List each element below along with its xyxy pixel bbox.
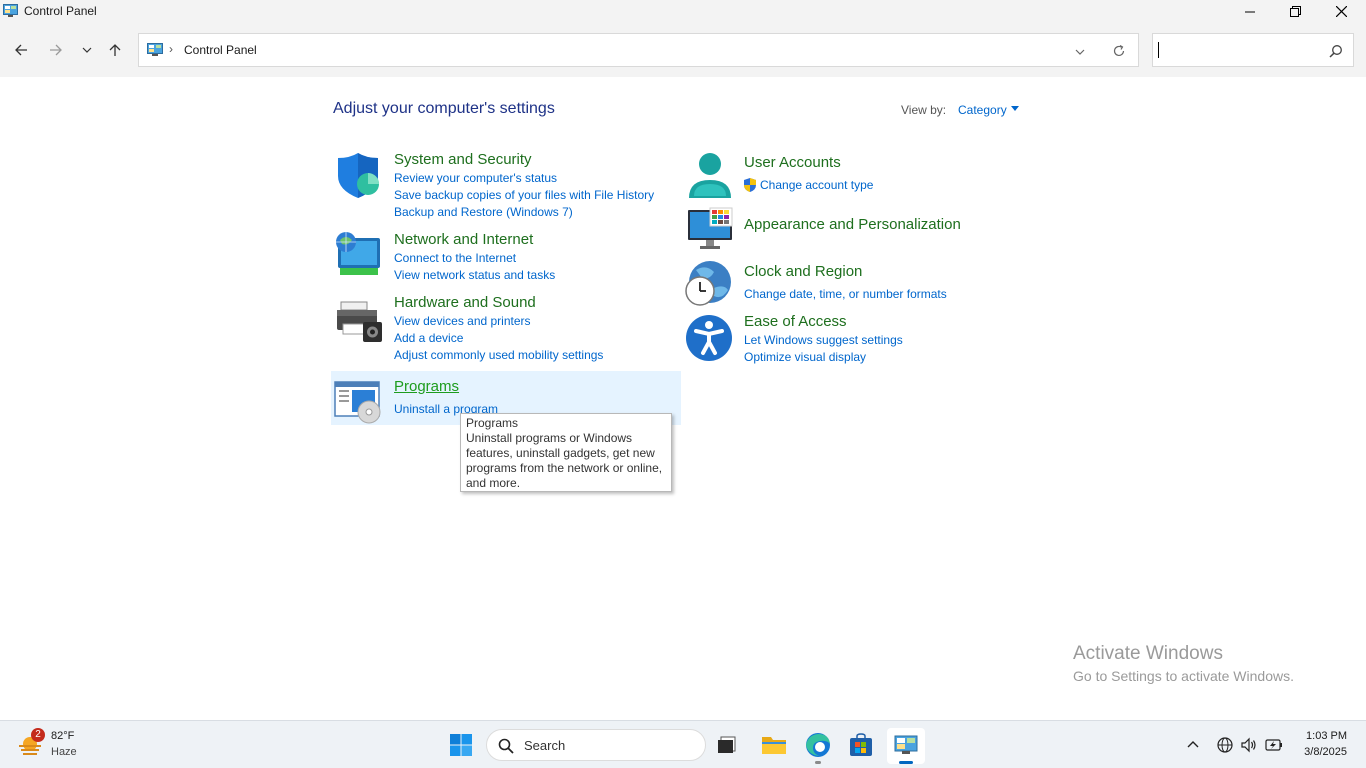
link-devices-printers[interactable]: View devices and printers — [394, 314, 531, 328]
store-bag-icon — [850, 733, 872, 756]
network-globe-icon[interactable] — [334, 230, 382, 278]
address-bar[interactable]: › Control Panel — [138, 33, 1139, 67]
taskbar-search-box[interactable]: Search — [486, 729, 706, 761]
weather-temperature[interactable]: 82°F — [51, 730, 74, 742]
chevron-down-icon[interactable] — [1073, 45, 1087, 59]
category-clock-and-region[interactable]: Clock and Region — [744, 263, 862, 280]
restore-icon — [1289, 6, 1301, 17]
control-panel-icon — [894, 735, 918, 754]
arrow-right-icon — [50, 44, 62, 56]
search-icon — [498, 738, 514, 754]
battery-tray-button[interactable] — [1265, 736, 1283, 754]
activate-windows-title: Activate Windows — [1073, 643, 1223, 664]
task-view-button[interactable] — [712, 730, 742, 760]
minimize-button[interactable] — [1227, 0, 1273, 23]
link-change-account-type[interactable]: Change account type — [760, 178, 873, 192]
network-tray-button[interactable] — [1216, 736, 1234, 754]
title-bar: Control Panel — [0, 0, 1366, 23]
link-windows-suggest[interactable]: Let Windows suggest settings — [744, 333, 903, 347]
microsoft-store-button[interactable] — [846, 730, 876, 760]
battery-charging-icon — [1265, 739, 1282, 751]
link-review-status[interactable]: Review your computer's status — [394, 171, 557, 185]
file-explorer-button[interactable] — [759, 730, 789, 760]
weather-badge: 2 — [31, 728, 45, 742]
view-by-label: View by: — [901, 103, 947, 117]
accessibility-icon[interactable] — [685, 314, 733, 362]
tooltip-line: and more. — [466, 476, 521, 490]
activate-windows-subtitle: Go to Settings to activate Windows. — [1073, 668, 1294, 684]
arrow-left-icon — [15, 44, 27, 56]
printer-speaker-icon[interactable] — [335, 298, 383, 346]
search-input[interactable] — [1152, 33, 1354, 67]
user-icon[interactable] — [686, 152, 734, 200]
link-mobility-settings[interactable]: Adjust commonly used mobility settings — [394, 348, 603, 362]
speaker-icon — [1241, 737, 1256, 753]
link-date-time-formats[interactable]: Change date, time, or number formats — [744, 287, 947, 301]
link-network-status[interactable]: View network status and tasks — [394, 268, 555, 282]
caret-down-icon[interactable] — [1011, 106, 1019, 111]
programs-icon[interactable] — [333, 378, 381, 426]
task-view-icon — [718, 736, 736, 753]
back-button[interactable] — [10, 39, 32, 61]
monitor-palette-icon[interactable] — [686, 206, 734, 254]
link-optimize-visual[interactable]: Optimize visual display — [744, 350, 866, 364]
edge-browser-icon — [806, 733, 830, 757]
link-file-history[interactable]: Save backup copies of your files with Fi… — [394, 188, 654, 202]
category-ease-of-access[interactable]: Ease of Access — [744, 313, 847, 330]
close-icon — [1335, 6, 1347, 17]
taskbar-search-label: Search — [524, 738, 566, 753]
window-title: Control Panel — [24, 4, 97, 18]
category-programs[interactable]: Programs — [394, 378, 459, 395]
tooltip-line: features, uninstall gadgets, get new — [466, 446, 655, 460]
forward-button[interactable] — [45, 39, 67, 61]
control-panel-icon — [3, 4, 18, 17]
clock-date[interactable]: 3/8/2025 — [1296, 746, 1347, 758]
breadcrumb-control-panel[interactable]: Control Panel — [184, 43, 257, 57]
category-network-and-internet[interactable]: Network and Internet — [394, 231, 533, 248]
page-title: Adjust your computer's settings — [333, 100, 555, 117]
start-button[interactable] — [446, 730, 476, 760]
link-connect-internet[interactable]: Connect to the Internet — [394, 251, 516, 265]
running-indicator — [815, 761, 821, 764]
globe-icon — [1217, 737, 1233, 753]
up-button[interactable] — [104, 39, 126, 61]
weather-condition[interactable]: Haze — [51, 746, 77, 758]
category-system-and-security[interactable]: System and Security — [394, 151, 532, 168]
taskbar: 2 82°F Haze Search 1:03 PM 3/8/2025 — [0, 720, 1366, 768]
edge-browser-button[interactable] — [803, 730, 833, 760]
arrow-up-icon — [109, 44, 121, 56]
text-caret — [1158, 42, 1159, 58]
clock-time[interactable]: 1:03 PM — [1296, 730, 1347, 742]
control-panel-icon — [147, 43, 163, 56]
minimize-icon — [1245, 11, 1255, 12]
search-icon — [1329, 45, 1342, 58]
active-indicator — [899, 761, 913, 764]
folder-icon — [762, 737, 786, 754]
close-button[interactable] — [1318, 0, 1364, 23]
view-by-dropdown[interactable]: Category — [958, 103, 1007, 117]
link-add-device[interactable]: Add a device — [394, 331, 463, 345]
programs-tooltip: Programs Uninstall programs or Windows f… — [460, 413, 672, 492]
chevron-down-icon — [82, 47, 92, 53]
tooltip-title: Programs — [466, 416, 519, 430]
maximize-button[interactable] — [1272, 0, 1318, 23]
breadcrumb-separator[interactable]: › — [169, 42, 173, 56]
windows-logo-icon — [450, 734, 472, 756]
tooltip-line: programs from the network or online, — [466, 461, 663, 475]
recent-locations-button[interactable] — [76, 39, 98, 61]
volume-tray-button[interactable] — [1240, 736, 1258, 754]
navigation-bar: › Control Panel — [0, 23, 1366, 77]
tooltip-line: Uninstall programs or Windows — [466, 431, 633, 445]
category-user-accounts[interactable]: User Accounts — [744, 154, 841, 171]
refresh-icon[interactable] — [1112, 44, 1126, 58]
uac-shield-icon — [744, 178, 756, 192]
category-hardware-and-sound[interactable]: Hardware and Sound — [394, 294, 536, 311]
link-backup-restore[interactable]: Backup and Restore (Windows 7) — [394, 205, 573, 219]
clock-globe-icon[interactable] — [684, 260, 732, 308]
shield-icon[interactable] — [334, 152, 382, 200]
chevron-up-icon — [1187, 741, 1199, 748]
category-appearance-personalization[interactable]: Appearance and Personalization — [744, 216, 961, 233]
show-hidden-icons-button[interactable] — [1184, 736, 1202, 754]
